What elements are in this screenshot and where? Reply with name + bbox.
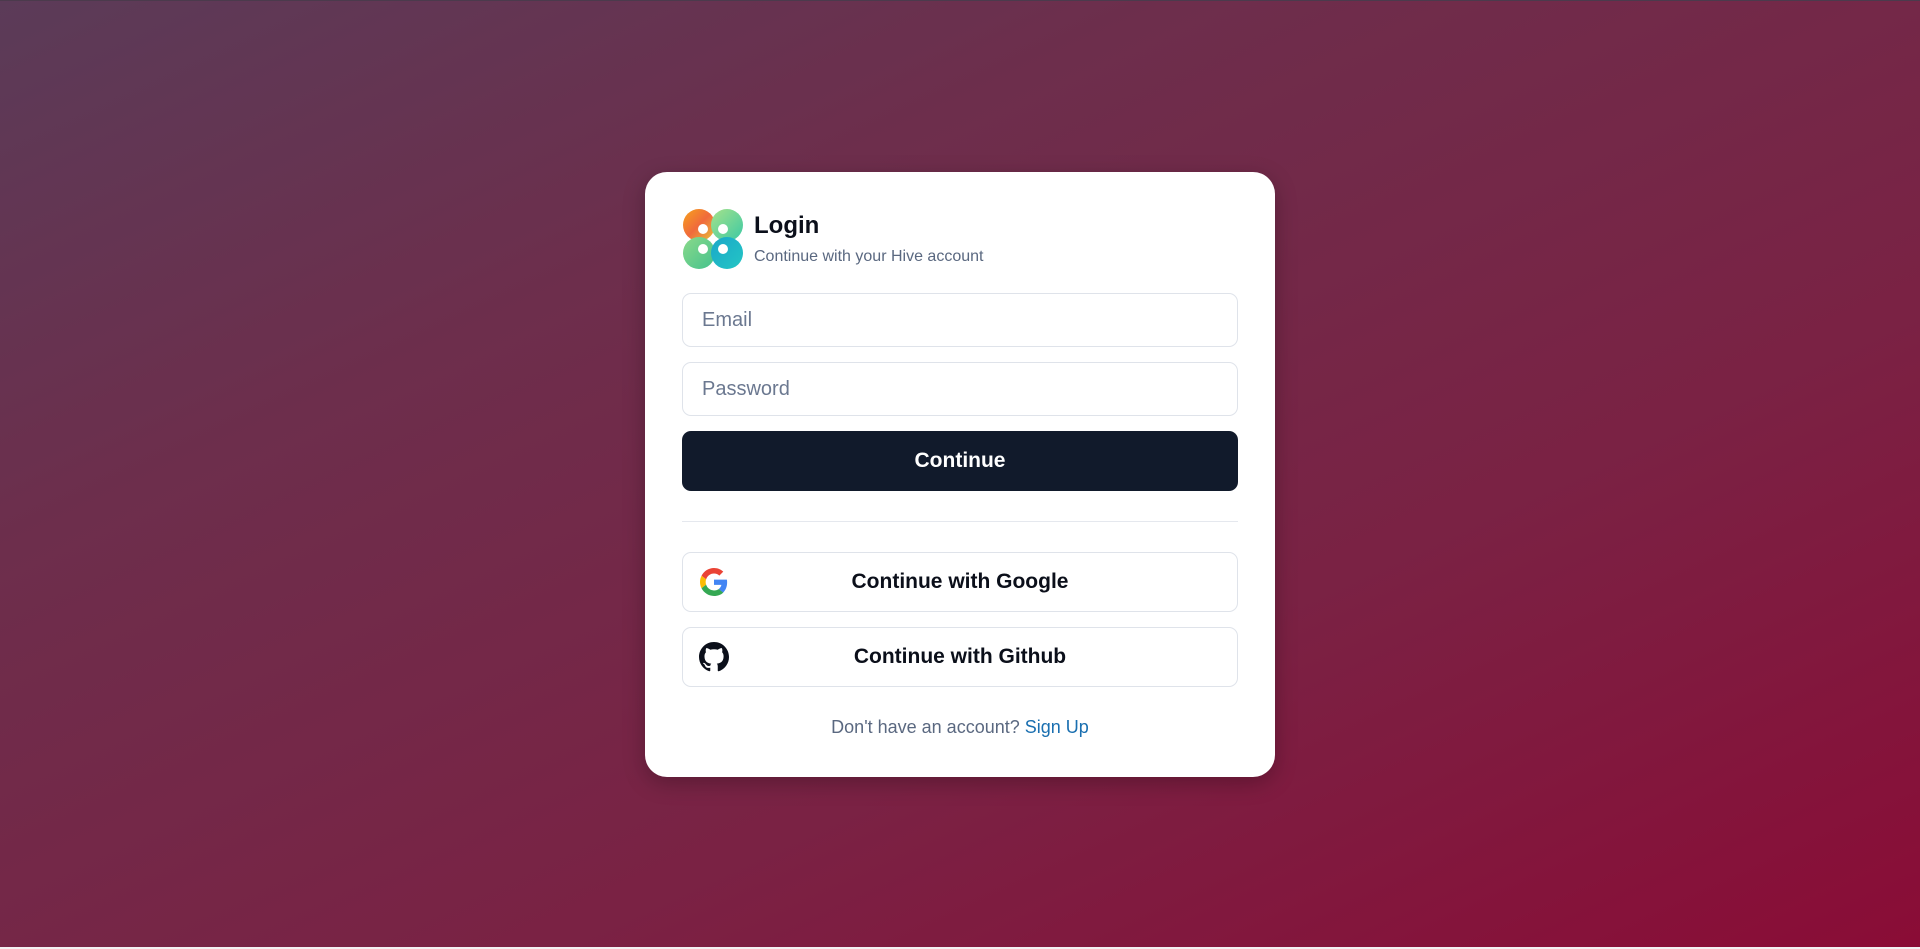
divider (682, 521, 1238, 522)
github-icon (699, 642, 729, 672)
login-header: Login Continue with your Hive account (682, 208, 1238, 270)
continue-button[interactable]: Continue (682, 431, 1238, 491)
title-wrap: Login Continue with your Hive account (754, 212, 983, 267)
google-icon (699, 567, 729, 597)
continue-with-google-button[interactable]: Continue with Google (682, 552, 1238, 612)
login-card: Login Continue with your Hive account Co… (645, 172, 1275, 777)
page-title: Login (754, 211, 820, 239)
signup-prompt-text: Don't have an account? (831, 717, 1020, 737)
google-button-label: Continue with Google (851, 570, 1069, 593)
hive-logo-icon (683, 209, 743, 269)
continue-with-github-button[interactable]: Continue with Github (682, 627, 1238, 687)
email-input[interactable] (682, 293, 1238, 347)
page-subtitle: Continue with your Hive account (754, 247, 984, 265)
signup-prompt: Don't have an account? Sign Up (682, 717, 1238, 738)
password-input[interactable] (682, 362, 1238, 416)
sign-up-link[interactable]: Sign Up (1025, 717, 1089, 737)
github-button-label: Continue with Github (853, 645, 1067, 668)
